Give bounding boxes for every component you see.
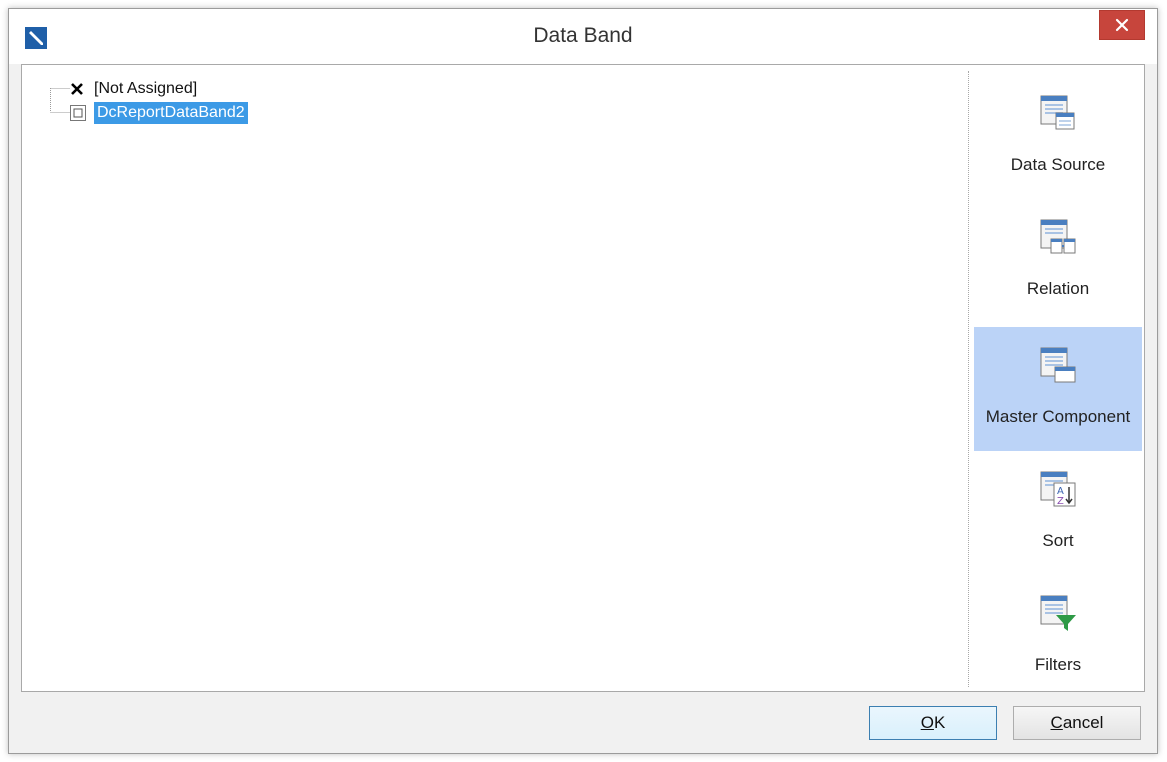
data-band-tree: [Not Assigned] DcReportDataBand2	[22, 65, 966, 691]
ok-button-mnemonic: O	[920, 713, 934, 732]
relation-icon	[1040, 219, 1076, 254]
sidebar-item-filters[interactable]: Filters	[974, 575, 1142, 699]
data-source-icon	[1040, 95, 1075, 130]
sidebar-item-label: Relation	[1026, 279, 1090, 298]
vertical-separator	[968, 71, 969, 687]
title-bar: Data Band	[9, 9, 1157, 64]
tree-item-data-band[interactable]: DcReportDataBand2	[70, 102, 248, 124]
footer-separator	[21, 691, 1145, 692]
sidebar-item-relation[interactable]: Relation	[974, 199, 1142, 323]
close-icon	[1115, 18, 1129, 32]
cancel-button-label: ancel	[1062, 713, 1104, 732]
x-icon	[71, 83, 83, 95]
sidebar-item-sort[interactable]: A Z Sort	[974, 451, 1142, 575]
tree-item-not-assigned[interactable]: [Not Assigned]	[70, 79, 197, 99]
tree-item-label-selected: DcReportDataBand2	[94, 102, 248, 124]
sidebar-item-label: Filters	[1034, 655, 1082, 674]
sort-icon: A Z	[1040, 471, 1076, 507]
data-band-dialog: Data Band [Not Assigned] DcReportDataBan…	[8, 8, 1158, 754]
ok-button[interactable]: OK	[869, 706, 997, 740]
cancel-button[interactable]: Cancel	[1013, 706, 1141, 740]
sidebar-item-label: Data Source	[1010, 155, 1106, 174]
sidebar: Data Source Relation Master Component A …	[974, 65, 1144, 691]
cancel-button-mnemonic: C	[1050, 713, 1063, 732]
svg-text:Z: Z	[1057, 496, 1064, 507]
master-component-icon	[1040, 347, 1076, 383]
sidebar-item-label: Sort	[1042, 531, 1074, 550]
data-band-icon	[70, 105, 86, 121]
sidebar-item-label: Master Component	[985, 407, 1131, 426]
tree-item-label: [Not Assigned]	[94, 80, 198, 97]
sidebar-item-data-source[interactable]: Data Source	[974, 75, 1142, 199]
sidebar-item-master-component[interactable]: Master Component	[974, 327, 1142, 451]
ok-button-label: K	[933, 713, 946, 732]
filter-icon	[1040, 595, 1076, 631]
close-button[interactable]	[1099, 10, 1145, 40]
window-title: Data Band	[533, 24, 633, 47]
content-area: [Not Assigned] DcReportDataBand2 Data So…	[21, 64, 1145, 692]
